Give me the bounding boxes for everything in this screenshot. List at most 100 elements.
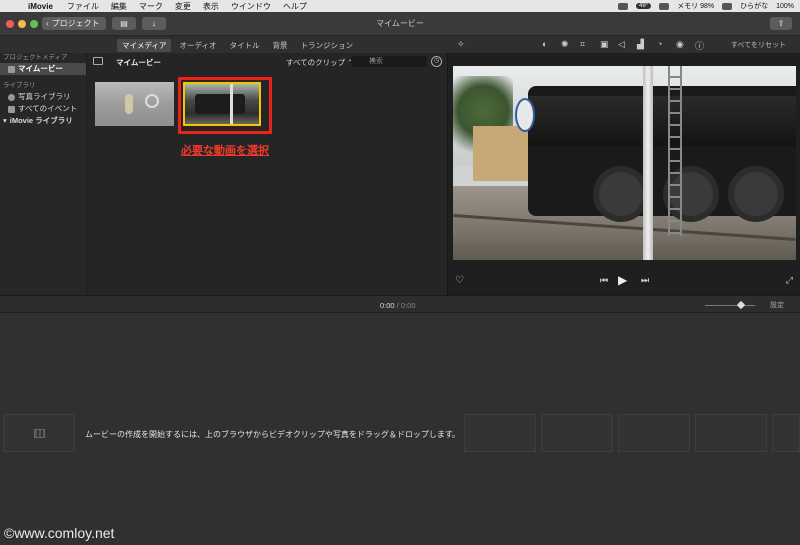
menu-view[interactable]: 表示: [203, 1, 219, 12]
menu-window[interactable]: ウインドウ: [231, 1, 271, 12]
color-correction-icon[interactable]: ✺: [561, 39, 569, 50]
timeline-slot: [464, 414, 536, 452]
current-time: 0:00: [380, 301, 395, 310]
next-icon[interactable]: ⏭: [641, 275, 649, 286]
stabilization-icon[interactable]: ▣: [600, 39, 609, 50]
menu-file[interactable]: ファイル: [67, 1, 99, 12]
play-icon[interactable]: ▶: [618, 273, 627, 287]
project-icon: [8, 65, 15, 73]
timeline-empty-message: ムービーの作成を開始するには、上のブラウザからビデオクリップや写真をドラッグ＆ド…: [85, 430, 461, 439]
memory-icon[interactable]: [659, 2, 670, 10]
video-image: [528, 96, 796, 146]
menu-modify[interactable]: 変更: [175, 1, 191, 12]
timeline-slot: [618, 414, 690, 452]
temperature-badge[interactable]: 49°: [636, 3, 652, 9]
speed-icon[interactable]: ◔: [657, 39, 662, 49]
previous-icon[interactable]: ⏮: [600, 275, 608, 286]
watermark: ©www.comloy.net: [4, 525, 115, 541]
input-method-label[interactable]: ひらがな: [740, 1, 768, 11]
total-time: 0:00: [400, 301, 416, 310]
import-button[interactable]: ↓: [142, 17, 166, 30]
heart-icon[interactable]: ♡: [455, 275, 464, 286]
video-frame[interactable]: [453, 66, 796, 260]
timeline-slot: [541, 414, 613, 452]
project-media-heading: プロジェクトメディア: [3, 54, 68, 61]
annotation-highlight-box: [178, 77, 272, 134]
wifi-icon[interactable]: [722, 2, 733, 10]
tab-titles[interactable]: タイトル: [224, 39, 264, 52]
search-input[interactable]: 検索: [351, 56, 427, 67]
browser-tab-bar: マイメディア オーディオ タイトル 背景 トランジション: [0, 36, 447, 53]
sidebar-item-all-events[interactable]: すべてのイベント: [0, 103, 86, 115]
zoom-slider-track[interactable]: [705, 305, 755, 306]
projects-back-button[interactable]: ‹ プロジェクト: [42, 17, 106, 30]
sidebar-item-label: 写真ライブラリ: [18, 92, 71, 101]
window-titlebar: ‹ プロジェクト ▤ ↓ マイムービー ⇧: [0, 12, 800, 36]
timecode: 0:00 / 0:00: [380, 301, 416, 310]
thumbnail-image: [145, 94, 159, 108]
fullscreen-icon[interactable]: ⤢: [786, 275, 793, 286]
timeline-header: 0:00 / 0:00 設定: [0, 295, 800, 313]
reset-all-button[interactable]: すべてをリセット: [731, 40, 786, 50]
menu-mark[interactable]: マーク: [139, 1, 163, 12]
menu-edit[interactable]: 編集: [111, 1, 127, 12]
menu-app-name[interactable]: iMovie: [28, 2, 53, 11]
timeline-slot: [772, 414, 800, 452]
library-sidebar: プロジェクトメディア マイムービー ライブラリ 写真ライブラリ すべてのイベント…: [0, 53, 87, 295]
sidebar-item-my-movie[interactable]: マイムービー: [0, 63, 86, 75]
info-icon[interactable]: ⓘ: [695, 39, 704, 52]
tab-audio[interactable]: オーディオ: [174, 39, 221, 52]
clip-filter-select[interactable]: すべてのクリップ ⌃: [286, 57, 354, 68]
zoom-slider-knob[interactable]: [736, 300, 746, 310]
browser-toolbar: マイムービー すべてのクリップ ⌃ 検索 ⌕ ◷: [87, 53, 447, 71]
video-image: [728, 166, 784, 222]
browser-settings-icon[interactable]: ◷: [431, 56, 442, 67]
crop-icon[interactable]: ⌗: [580, 39, 585, 50]
projects-label: プロジェクト: [51, 19, 100, 28]
equalizer-icon[interactable]: ▟: [637, 39, 644, 50]
time-separator: /: [396, 301, 399, 310]
minimize-window-button[interactable]: [18, 20, 26, 28]
share-icon: ⇧: [777, 19, 785, 28]
sidebar-item-photos-library[interactable]: 写真ライブラリ: [0, 91, 86, 103]
sidebar-toggle-icon[interactable]: [93, 57, 103, 65]
volume-icon[interactable]: ◁: [618, 39, 625, 50]
thumbnail-image: [125, 94, 133, 114]
zoom-window-button[interactable]: [30, 20, 38, 28]
dropbox-icon[interactable]: [618, 2, 629, 10]
chevron-left-icon: ‹: [46, 19, 49, 28]
video-image: [515, 98, 535, 132]
video-viewer: ♡ ⏮ ▶ ⏭ ⤢: [447, 53, 800, 295]
menu-bar: iMovie ファイル 編集 マーク 変更 表示 ウインドウ ヘルプ 49° メ…: [0, 0, 800, 12]
close-window-button[interactable]: [6, 20, 14, 28]
share-button[interactable]: ⇧: [770, 17, 792, 30]
browser-title: マイムービー: [116, 58, 161, 67]
status-area: 49° メモリ 98% ひらがな 100%: [618, 0, 794, 12]
film-icon: ▤: [120, 19, 128, 28]
tab-my-media[interactable]: マイメディア: [117, 39, 172, 52]
timeline[interactable]: ムービーの作成を開始するには、上のブラウザからビデオクリップや写真をドラッグ＆ド…: [0, 313, 800, 545]
color-balance-icon[interactable]: ◐: [542, 39, 547, 49]
menu-help[interactable]: ヘルプ: [283, 1, 307, 12]
disclosure-triangle-icon[interactable]: ▾: [3, 115, 7, 127]
download-arrow-icon: ↓: [151, 18, 157, 28]
video-image: [473, 126, 533, 181]
video-image: [643, 66, 653, 260]
sidebar-item-imovie-library[interactable]: ▾ iMovie ライブラリ: [0, 115, 86, 127]
sidebar-item-label: マイムービー: [18, 64, 63, 73]
media-browser-button[interactable]: ▤: [112, 17, 136, 30]
filmstrip-icon: [34, 429, 45, 438]
timeline-settings-button[interactable]: 設定: [770, 300, 784, 310]
clip-filter-label: すべてのクリップ: [286, 58, 346, 67]
timeline-slot: [3, 414, 75, 452]
photos-icon: [8, 93, 15, 101]
battery-label[interactable]: 100%: [776, 3, 794, 10]
clip-thumbnail-1[interactable]: [95, 82, 174, 126]
tab-backgrounds[interactable]: 背景: [267, 39, 292, 52]
magic-wand-icon[interactable]: ✧: [457, 39, 465, 50]
tab-transitions[interactable]: トランジション: [295, 39, 358, 52]
media-browser: マイムービー すべてのクリップ ⌃ 検索 ⌕ ◷ 必要な動画を選択: [87, 53, 447, 295]
search-icon: ⌕: [371, 57, 375, 64]
sidebar-item-label: すべてのイベント: [18, 104, 78, 113]
filter-icon[interactable]: ◉: [676, 39, 684, 50]
